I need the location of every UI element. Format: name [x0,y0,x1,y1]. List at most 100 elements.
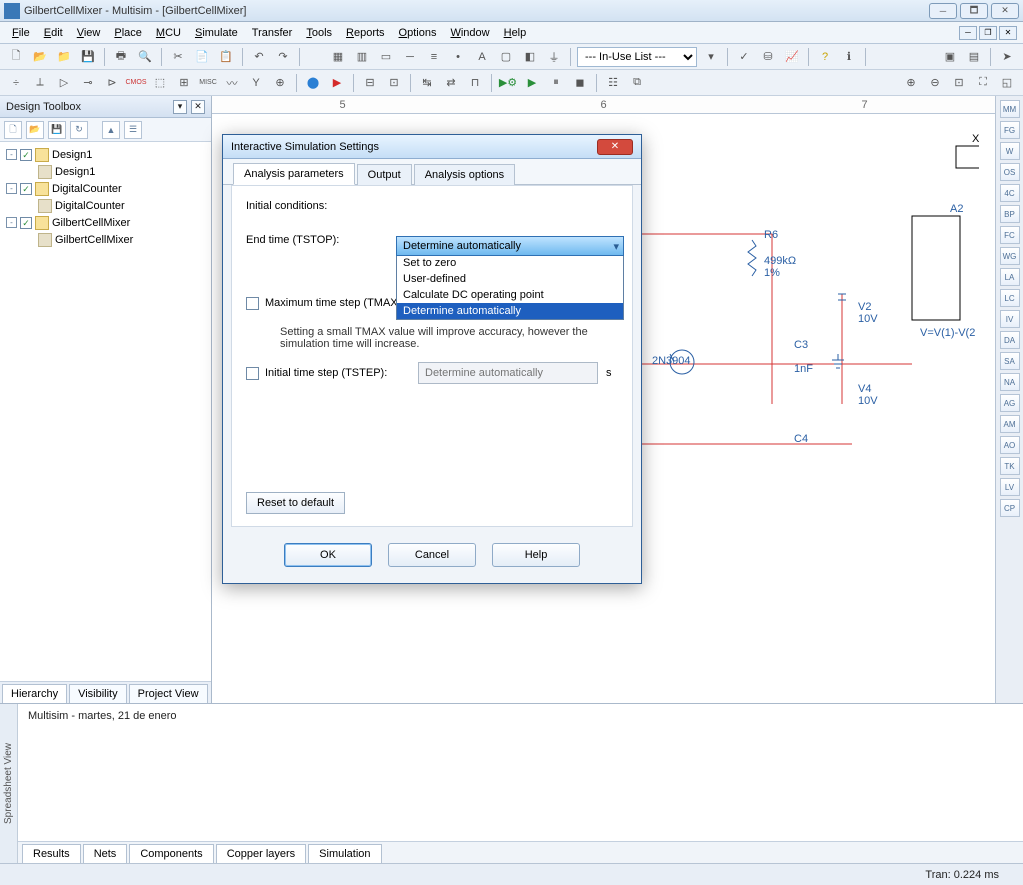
comment-icon[interactable]: ▢ [496,47,516,67]
save-icon[interactable]: 💾 [78,47,98,67]
filter-icon[interactable]: ▾ [701,47,721,67]
tstep-checkbox-row[interactable]: Initial time step (TSTEP): [246,367,410,380]
wire-icon[interactable]: ─ [400,47,420,67]
4ch-scope-icon[interactable]: 4C [1000,184,1020,202]
dropdown-selected[interactable]: Determine automatically [396,236,624,256]
cancel-button[interactable]: Cancel [388,543,476,567]
logic-icon[interactable]: LA [1000,268,1020,286]
tree-row[interactable]: -✓GilbertCellMixer [2,214,209,231]
antenna-icon[interactable]: Y [246,73,266,93]
tmax-checkbox[interactable] [246,297,259,310]
menu-view[interactable]: View [71,25,107,41]
menu-transfer[interactable]: Transfer [246,25,299,41]
logicconv-icon[interactable]: LC [1000,289,1020,307]
zoom-fit-icon[interactable]: ⛶ [973,73,993,93]
layout1-icon[interactable]: ▣ [940,47,960,67]
misc-icon[interactable]: ⊞ [174,73,194,93]
arrow-icon[interactable]: ➤ [997,47,1017,67]
menu-tools[interactable]: Tools [300,25,338,41]
panel-pin-icon[interactable]: ▾ [173,100,187,114]
misc2-icon[interactable]: MISC [198,73,218,93]
ttl-icon[interactable]: ⬚ [150,73,170,93]
tab-project-view[interactable]: Project View [129,684,208,703]
print-icon[interactable]: 🖶 [111,47,131,67]
rf-icon[interactable]: 〰 [222,73,242,93]
tree-list-icon[interactable]: ☰ [124,121,142,139]
marker-icon[interactable]: ⬤ [303,73,323,93]
network-icon[interactable]: NA [1000,373,1020,391]
menu-simulate[interactable]: Simulate [189,25,244,41]
cut-icon[interactable]: ✂ [168,47,188,67]
ss-tab-results[interactable]: Results [22,844,81,863]
maximize-button[interactable]: 🗖 [960,3,988,19]
tree-row[interactable]: DigitalCounter [2,197,209,214]
ok-button[interactable]: OK [284,543,372,567]
dialog-tab-output[interactable]: Output [357,164,412,185]
tree-row[interactable]: -✓DigitalCounter [2,180,209,197]
ss-tab-nets[interactable]: Nets [83,844,128,863]
db-icon[interactable]: ⛁ [758,47,778,67]
menu-window[interactable]: Window [444,25,495,41]
analysis-icon[interactable]: ☷ [603,73,623,93]
bus-icon[interactable]: ≡ [424,47,444,67]
print-preview-icon[interactable]: 🔍 [135,47,155,67]
close-button[interactable]: ✕ [991,3,1019,19]
src-icon[interactable]: ÷ [6,73,26,93]
electromech-icon[interactable]: ⊕ [270,73,290,93]
grid2-icon[interactable]: ▥ [352,47,372,67]
paste-icon[interactable]: 📋 [216,47,236,67]
pause-icon[interactable]: ⏸ [546,73,566,93]
dropdown-option[interactable]: Set to zero [397,255,623,271]
basic-icon[interactable]: ⟂ [30,73,50,93]
tree-check-icon[interactable]: ✓ [20,183,32,195]
tab-visibility[interactable]: Visibility [69,684,127,703]
agilent-os-icon[interactable]: AO [1000,436,1020,454]
tstep-input[interactable] [418,362,598,384]
panel-close-icon[interactable]: ✕ [191,100,205,114]
probe-icon[interactable]: ◧ [520,47,540,67]
stop-icon[interactable]: ◼ [570,73,590,93]
tree-row[interactable]: GilbertCellMixer [2,231,209,248]
zoom-out-icon[interactable]: ⊖ [925,73,945,93]
menu-file[interactable]: File [6,25,36,41]
tree-check-icon[interactable]: ✓ [20,149,32,161]
sim2-icon[interactable]: ⇄ [441,73,461,93]
dialog-close-button[interactable]: ✕ [597,139,633,155]
help-button[interactable]: Help [492,543,580,567]
distortion-icon[interactable]: DA [1000,331,1020,349]
copy-icon[interactable]: 📄 [192,47,212,67]
check-icon[interactable]: ✓ [734,47,754,67]
mdi-restore[interactable]: ❐ [979,26,997,40]
mdi-close[interactable]: ✕ [999,26,1017,40]
flag-icon[interactable]: ▶ [327,73,347,93]
tmax-checkbox-row[interactable]: Maximum time step (TMAX): [246,297,410,310]
spectrum-icon[interactable]: SA [1000,352,1020,370]
postproc-icon[interactable]: ⧉ [627,73,647,93]
reset-to-default-button[interactable]: Reset to default [246,492,345,514]
bode-icon[interactable]: BP [1000,205,1020,223]
tree-row[interactable]: -✓Design1 [2,146,209,163]
wordgen-icon[interactable]: WG [1000,247,1020,265]
multimeter-icon[interactable]: MM [1000,100,1020,118]
menu-edit[interactable]: Edit [38,25,69,41]
mdi-minimize[interactable]: ─ [959,26,977,40]
agilent-fg-icon[interactable]: AG [1000,394,1020,412]
tree-expander-icon[interactable]: - [6,217,17,228]
sub-icon[interactable]: ⊡ [384,73,404,93]
tree-check-icon[interactable]: ✓ [20,217,32,229]
wattmeter-icon[interactable]: W [1000,142,1020,160]
tree-new-icon[interactable]: 🗋 [4,121,22,139]
tek-icon[interactable]: TK [1000,457,1020,475]
hier-icon[interactable]: ⊟ [360,73,380,93]
zoom-area-icon[interactable]: ⊡ [949,73,969,93]
undo-icon[interactable]: ↶ [249,47,269,67]
about-icon[interactable]: ℹ [839,47,859,67]
tree-expander-icon[interactable]: - [6,149,17,160]
tree-save-icon[interactable]: 💾 [48,121,66,139]
tstep-checkbox[interactable] [246,367,259,380]
interactive-icon[interactable]: ▶⚙ [498,73,518,93]
ss-tab-simulation[interactable]: Simulation [308,844,381,863]
menu-mcu[interactable]: MCU [150,25,187,41]
tree-row[interactable]: Design1 [2,163,209,180]
menu-place[interactable]: Place [108,25,148,41]
